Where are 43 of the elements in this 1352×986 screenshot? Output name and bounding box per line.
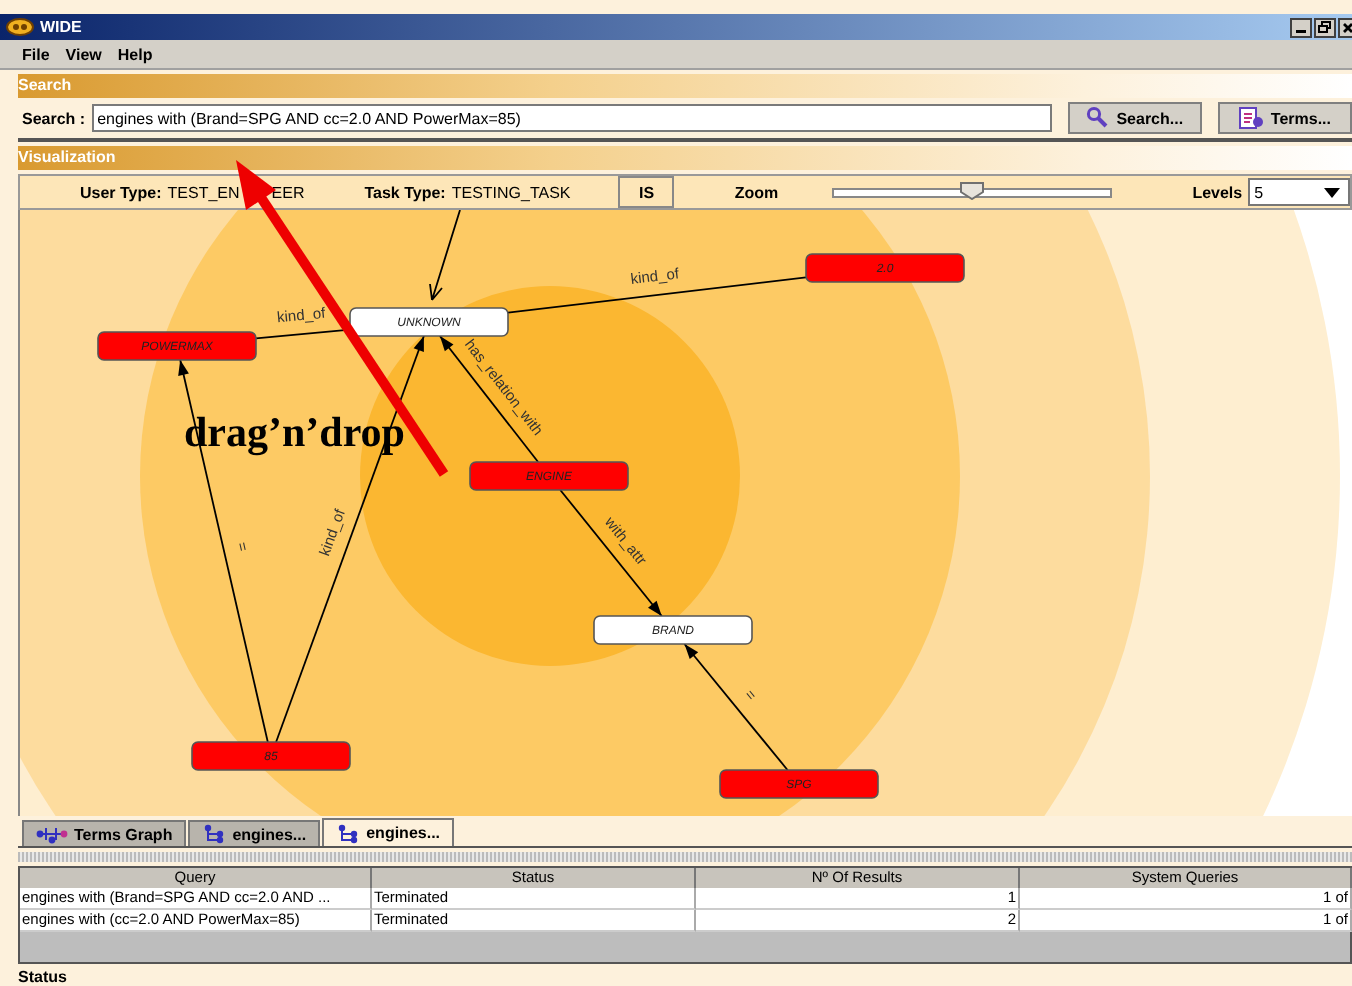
user-type-label: User Type: <box>80 183 162 201</box>
graph-node[interactable] <box>719 769 879 799</box>
tab[interactable]: engines... <box>322 818 455 846</box>
search-button[interactable]: Search... <box>1067 102 1202 134</box>
levels-dropdown[interactable]: 5 <box>1248 178 1350 206</box>
graph-node[interactable] <box>469 461 629 491</box>
edge-arrow <box>429 210 461 301</box>
is-button[interactable]: IS <box>618 176 675 208</box>
menu-item[interactable]: File <box>22 45 50 63</box>
tab[interactable]: Terms Graph <box>22 820 187 846</box>
slider-thumb[interactable] <box>960 181 985 199</box>
search-field[interactable]: engines with (Brand=SPG AND cc=2.0 AND PowerMax=85) <box>91 104 1052 132</box>
restore-icon[interactable] <box>1314 17 1336 37</box>
tab[interactable]: engines... <box>188 820 321 846</box>
search-icon <box>1086 106 1111 130</box>
status-label: Status <box>18 968 67 986</box>
task-type-label: Task Type: <box>364 183 446 201</box>
document-icon <box>1238 106 1265 130</box>
graph-node[interactable] <box>593 615 753 645</box>
graph-node[interactable] <box>349 307 509 337</box>
zoom-label: Zoom <box>734 183 779 201</box>
zoom-slider[interactable] <box>832 187 1113 197</box>
graph-icon <box>36 824 68 844</box>
section-header: Visualization <box>18 146 1352 170</box>
menu-item[interactable]: View <box>65 45 102 63</box>
levels-label: Levels <box>1192 183 1243 201</box>
user-type-value: EER <box>271 183 305 201</box>
user-type-value: TEST_EN <box>167 183 240 201</box>
graph-node[interactable] <box>191 741 351 771</box>
app-logo-icon <box>6 18 34 36</box>
window-title: WIDE <box>40 18 82 36</box>
close-icon[interactable] <box>1338 17 1352 37</box>
dropdown-arrow-icon <box>1324 187 1340 197</box>
tree-icon <box>336 823 361 843</box>
graph-node[interactable] <box>805 253 965 283</box>
tree-icon <box>202 824 227 844</box>
section-header: Search <box>18 74 1352 98</box>
graph-node[interactable] <box>97 331 257 361</box>
minimize-icon[interactable] <box>1290 17 1312 37</box>
menu-item[interactable]: Help <box>117 45 153 63</box>
search-label: Search : <box>22 109 86 127</box>
terms-button[interactable]: Terms... <box>1217 102 1352 134</box>
task-type-value: TESTING_TASK <box>451 183 571 201</box>
